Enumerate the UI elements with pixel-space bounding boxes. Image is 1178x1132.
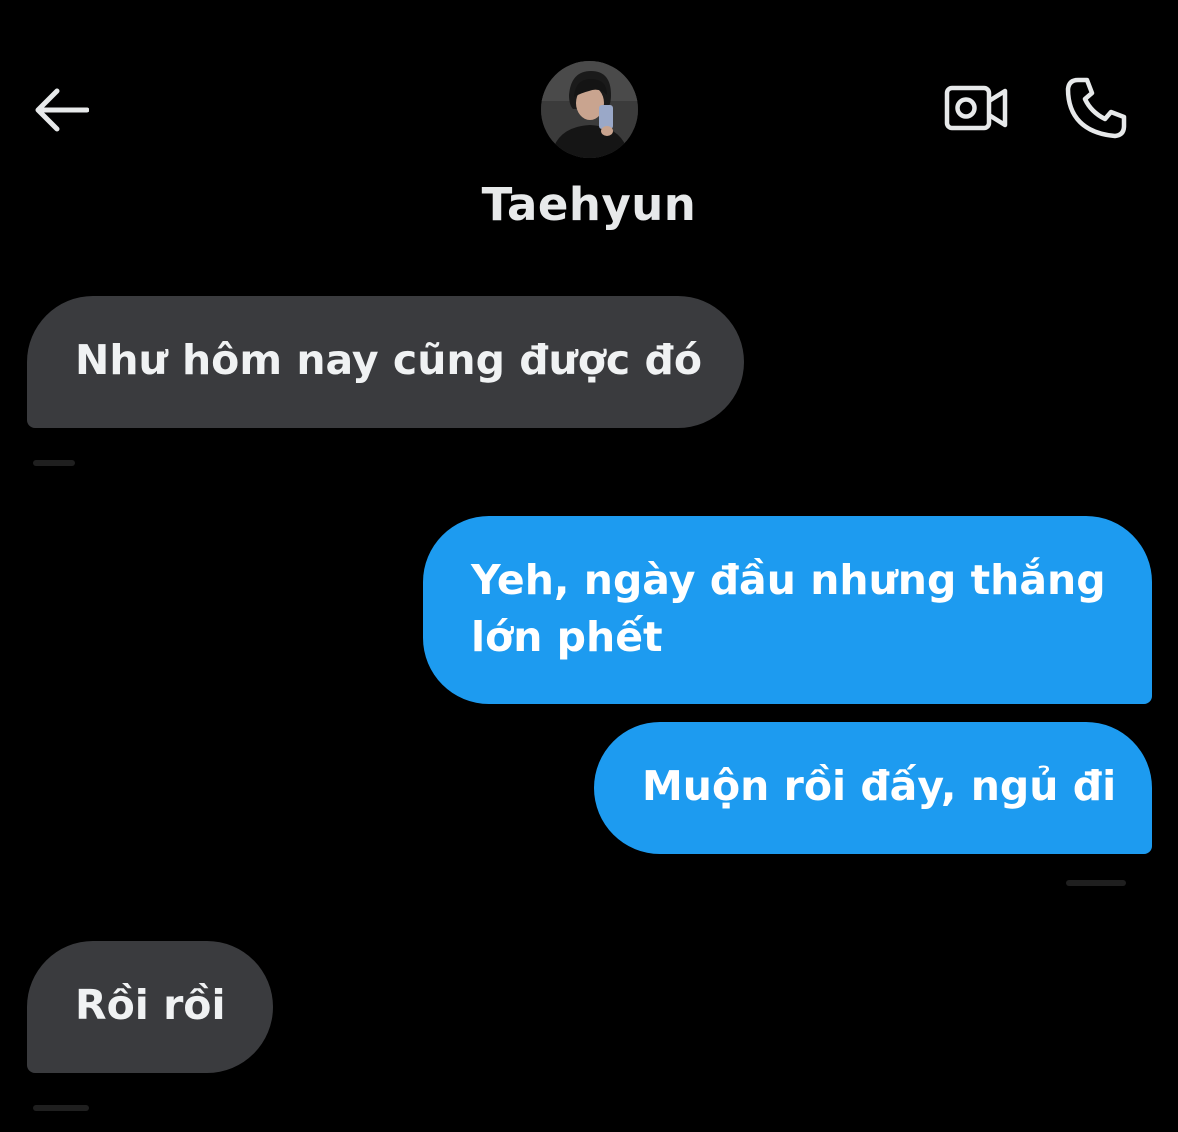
avatar-photo [541,61,638,158]
message-timestamp [33,1105,89,1111]
message-timestamp [33,460,75,466]
arrow-left-icon [35,88,89,132]
voice-call-button[interactable] [1058,72,1134,144]
avatar[interactable] [541,61,638,158]
message-bubble-sent[interactable]: Muộn rồi đấy, ngủ đi [594,722,1152,854]
message-bubble-received[interactable]: Như hôm nay cũng được đó [27,296,744,428]
message-bubble-received[interactable]: Rồi rồi [27,941,273,1073]
back-button[interactable] [30,82,92,138]
contact-name[interactable]: Taehyun [0,178,1178,231]
message-bubble-sent[interactable]: Yeh, ngày đầu nhưng thắng lớn phết [423,516,1152,704]
video-camera-icon [944,85,1008,131]
phone-icon [1065,77,1127,139]
video-call-button[interactable] [938,76,1014,140]
message-timestamp [1066,880,1126,886]
